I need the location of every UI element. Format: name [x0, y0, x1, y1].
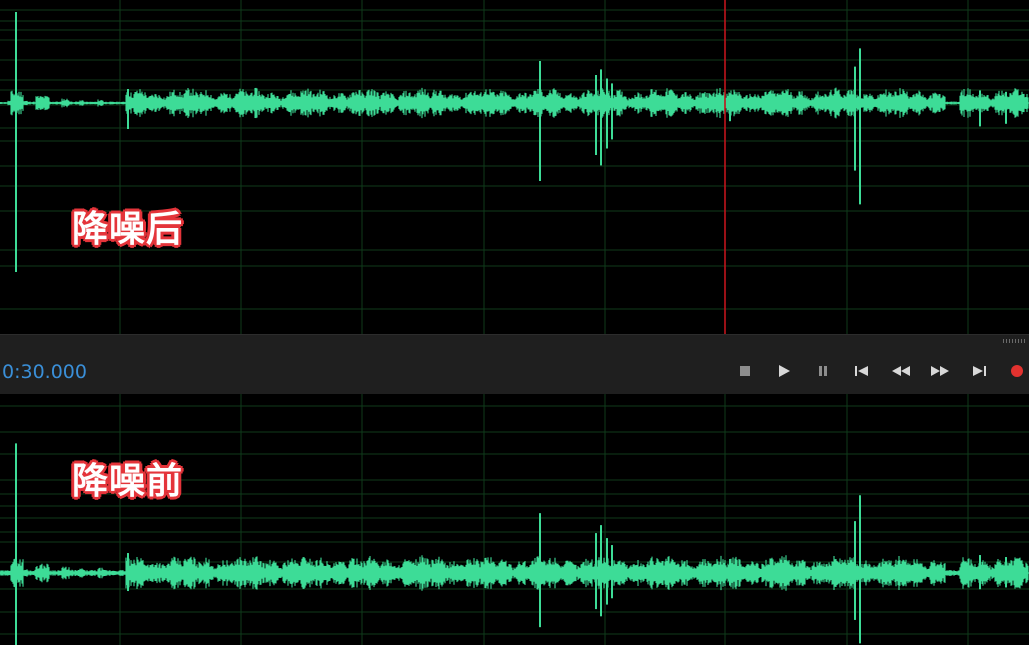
waveform-path — [0, 555, 1029, 591]
rewind-button[interactable] — [889, 359, 913, 383]
stop-button[interactable] — [733, 359, 757, 383]
skip-previous-icon — [855, 366, 868, 376]
waveform-display-after[interactable] — [0, 0, 1029, 334]
waveform-panel-after[interactable]: 降噪后 — [0, 0, 1029, 334]
waveform-path — [0, 87, 1029, 119]
panel-resize-grip[interactable] — [1003, 339, 1025, 343]
pause-icon — [819, 366, 827, 376]
waveform-display-before[interactable] — [0, 394, 1029, 645]
transport-bar: 0:30.000 — [0, 334, 1029, 396]
skip-next-icon — [973, 366, 986, 376]
pause-button[interactable] — [811, 359, 835, 383]
stop-icon — [740, 366, 750, 376]
fast-forward-button[interactable] — [928, 359, 952, 383]
record-button[interactable] — [1005, 359, 1029, 383]
move-to-previous-button[interactable] — [850, 359, 874, 383]
record-icon — [1011, 365, 1023, 377]
annotation-label-before: 降噪前 — [72, 461, 184, 502]
rewind-icon — [892, 366, 910, 376]
play-icon — [779, 365, 790, 377]
waveform-panel-before[interactable]: 降噪前 — [0, 394, 1029, 645]
timecode-display[interactable]: 0:30.000 — [2, 361, 87, 383]
fast-forward-icon — [931, 366, 949, 376]
play-button[interactable] — [772, 359, 796, 383]
move-to-next-button[interactable] — [967, 359, 991, 383]
annotation-label-after: 降噪后 — [72, 209, 184, 250]
